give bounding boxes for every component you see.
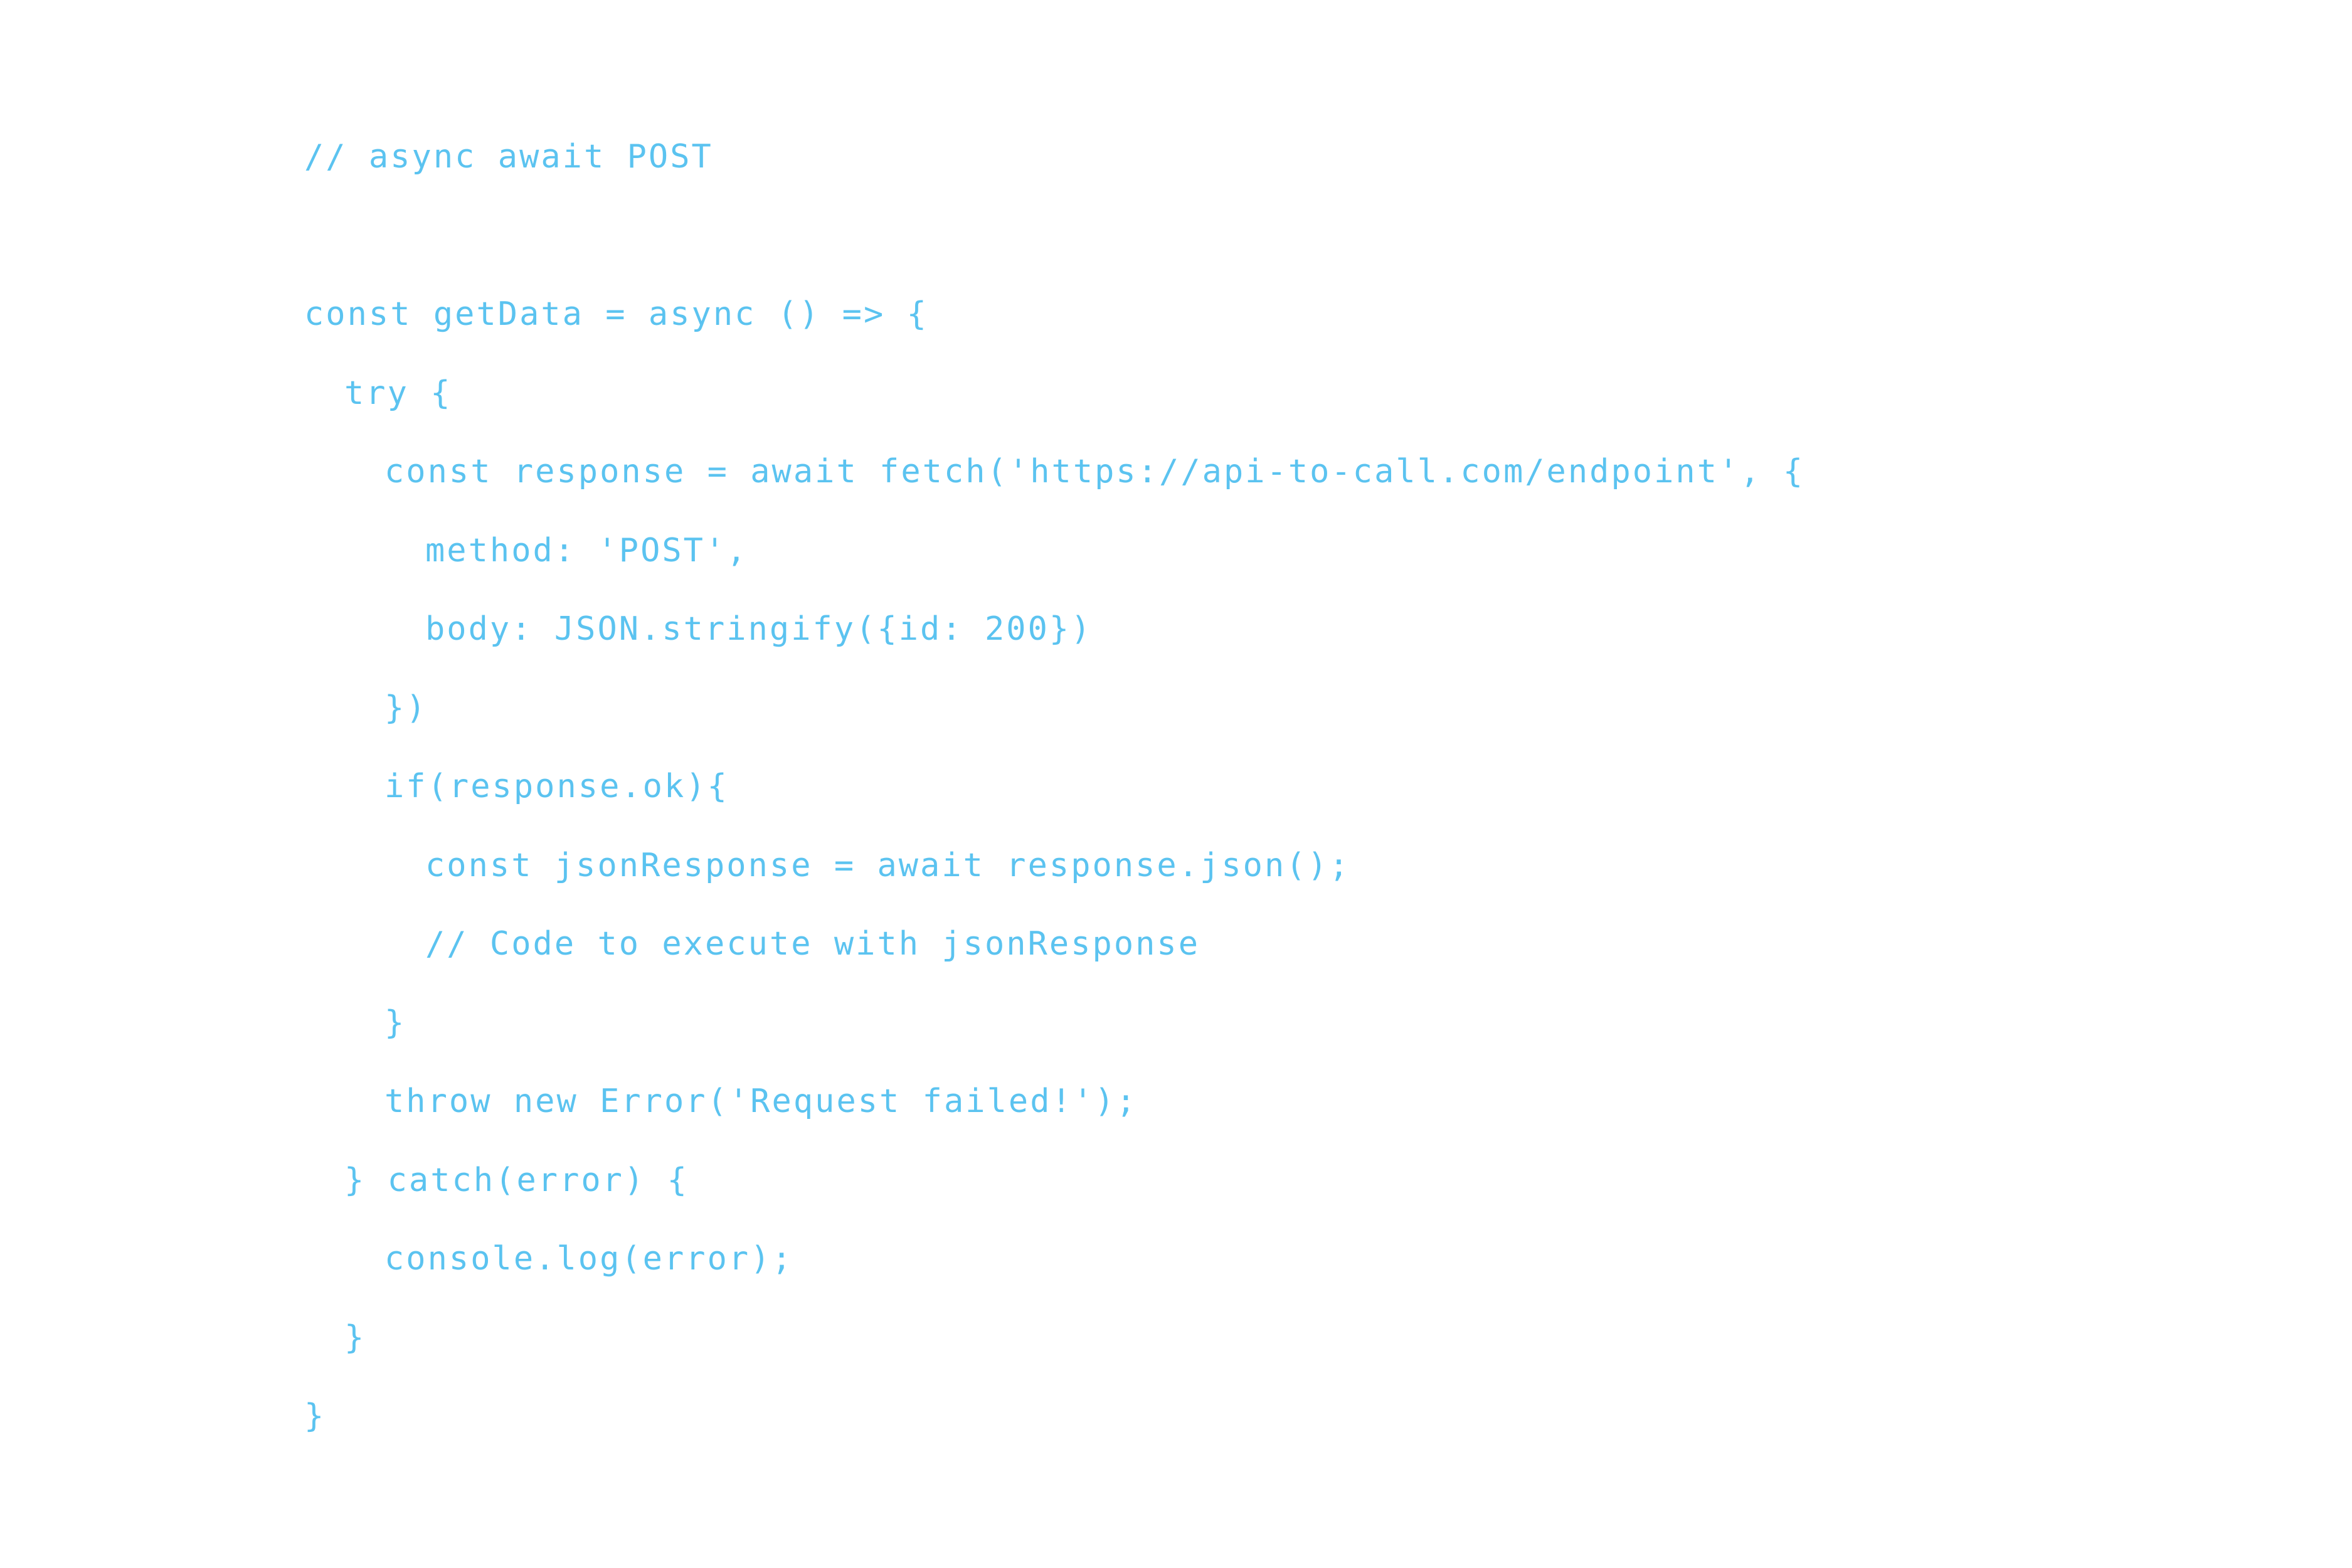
code-line-comment: // async await POST [304,138,713,176]
code-line: console.log(error); [384,1240,793,1278]
code-line: const response = await fetch('https://ap… [384,453,1805,490]
code-line-comment: // Code to execute with jsonResponse [425,925,1200,963]
code-line: } [384,1004,406,1042]
code-line: throw new Error('Request failed!'); [384,1083,1138,1120]
code-line: if(response.ok){ [384,768,729,805]
code-line: method: 'POST', [425,531,748,569]
code-line: } catch(error) { [344,1161,689,1199]
code-line: const jsonResponse = await response.json… [425,846,1351,884]
code-line: try { [344,374,452,412]
code-line: } [304,1397,326,1435]
code-line: }) [384,689,428,727]
code-line: } [344,1318,366,1357]
code-line: body: JSON.stringify({id: 200}) [425,610,1093,648]
code-block: // async await POST const getData = asyn… [304,130,2186,1468]
code-line: const getData = async () => { [304,295,928,333]
